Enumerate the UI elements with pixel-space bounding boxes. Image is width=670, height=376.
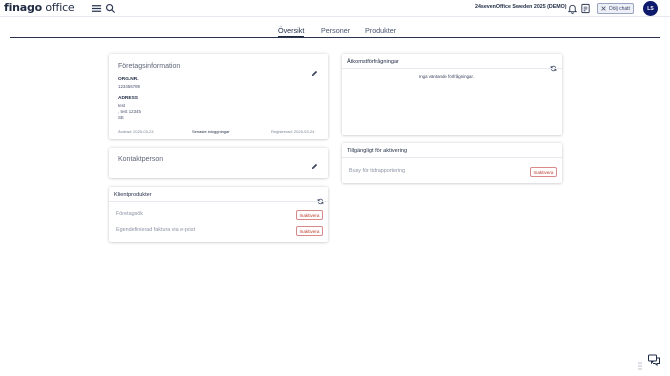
tab-oversikt[interactable]: Översikt (278, 26, 305, 37)
notes-icon[interactable] (580, 3, 591, 14)
address-line-1: test (118, 103, 126, 108)
drag-handle-icon[interactable] (638, 357, 642, 370)
refresh-icon[interactable] (550, 59, 557, 72)
logo-brand: finago (4, 1, 43, 14)
access-requests-card: Åtkomstförfrågningar Inga väntande förfr… (342, 54, 562, 135)
hamburger-menu-icon[interactable] (91, 3, 102, 14)
client-products-card: Klientprodukter Företagsök Inaktivera Eg… (109, 187, 328, 242)
top-divider (0, 16, 670, 17)
address-line-2: , test 12345 (118, 109, 141, 114)
changed-date: Ändrad: 2025-03-24 (118, 129, 154, 134)
orgnr-label: ORG.NR. (118, 77, 139, 82)
inactivate-button[interactable]: Inaktivera (296, 226, 323, 236)
orgnr-value: 123456789 (118, 84, 140, 89)
tab-produkter[interactable]: Produkter (365, 26, 396, 37)
product-foretagsok-label: Företagsök (116, 211, 143, 217)
pencil-icon[interactable] (311, 64, 318, 77)
logo[interactable]: finago office (4, 1, 75, 15)
pencil-icon[interactable] (311, 157, 318, 170)
card-divider (342, 157, 562, 158)
client-products-title: Klientprodukter (114, 192, 152, 198)
top-bar: finago office 24sevenOffice Sweden 2025 … (0, 0, 670, 17)
access-requests-title: Åtkomstförfrågningar (347, 59, 399, 65)
empty-requests-text: Inga väntande förfrågningar. (419, 74, 474, 79)
contact-card: Kontaktperson (109, 148, 328, 178)
bell-icon[interactable] (567, 3, 578, 14)
address-label: ADRESS (118, 96, 138, 101)
tab-personer[interactable]: Personer (321, 26, 350, 37)
avatar[interactable]: LS (643, 1, 658, 16)
recent-logins-link[interactable]: Senaste inloggningar (192, 129, 230, 134)
registered-date: Registrerad: 2025-03-24 (271, 129, 315, 134)
company-info-title: Företagsinformation (118, 63, 181, 70)
company-name[interactable]: 24sevenOffice Sweden 2025 (DEMO) (475, 4, 567, 10)
available-title: Tillgängligt för aktivering (347, 148, 408, 154)
close-icon (601, 6, 606, 11)
card-divider (342, 68, 562, 69)
search-icon[interactable] (105, 3, 116, 14)
inactivate-button[interactable]: Inaktivera (530, 167, 557, 177)
chat-icon[interactable] (647, 353, 661, 367)
hide-chat-label: Dölj chatt (609, 5, 630, 12)
company-info-card: Företagsinformation ORG.NR. 123456789 AD… (109, 54, 328, 139)
refresh-icon[interactable] (317, 192, 324, 205)
address-line-3: SE (118, 115, 124, 120)
contact-title: Kontaktperson (118, 156, 164, 163)
logo-product: office (42, 1, 75, 14)
inactivate-button[interactable]: Inaktivera (296, 210, 323, 220)
available-activation-card: Tillgängligt för aktivering Busy för tid… (342, 143, 562, 183)
tab-bar: Översikt Personer Produkter (10, 26, 660, 38)
product-busy-label: Busy för tidrapportering (349, 168, 406, 174)
card-divider (109, 201, 328, 202)
hide-chat-button[interactable]: Dölj chatt (597, 3, 634, 14)
product-invoice-email-label: Egendefinierad faktura via e-post (116, 227, 196, 233)
